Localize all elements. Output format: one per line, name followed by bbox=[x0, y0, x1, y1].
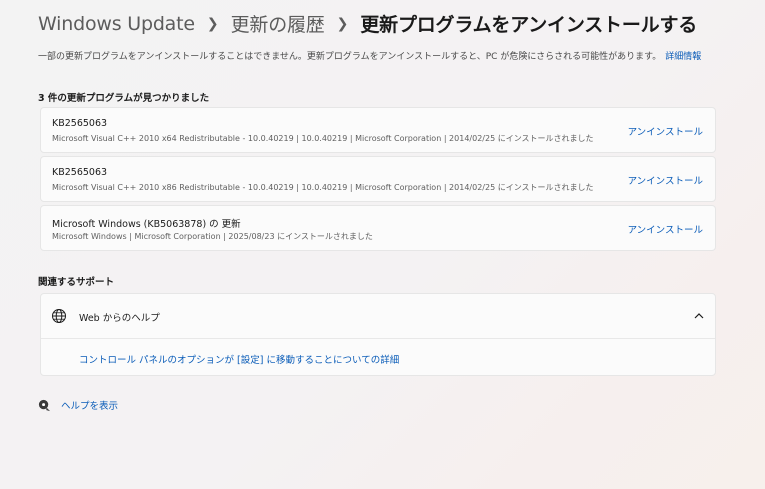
description-text: 一部の更新プログラムをアンインストールすることはできません。更新プログラムをアン… bbox=[38, 52, 662, 62]
related-support-card: Web からのヘルプ コントロール パネルのオプションが [設定] に移動するこ… bbox=[40, 293, 716, 376]
breadcrumb-chevron-icon: ❯ bbox=[206, 15, 219, 32]
get-help-link[interactable]: ヘルプを表示 bbox=[38, 398, 118, 412]
update-details: Microsoft Visual C++ 2010 x86 Redistribu… bbox=[52, 183, 594, 192]
update-item: KB2565063 Microsoft Visual C++ 2010 x86 … bbox=[40, 156, 716, 202]
update-item: Microsoft Windows (KB5063878) の 更新 Micro… bbox=[40, 205, 716, 251]
updates-count-heading: 3 件の更新プログラムが見つかりました bbox=[38, 93, 210, 104]
breadcrumb: Windows Update ❯ 更新の履歴 ❯ 更新プログラムをアンインストー… bbox=[38, 10, 697, 37]
update-details: Microsoft Visual C++ 2010 x64 Redistribu… bbox=[52, 134, 594, 143]
uninstall-button[interactable]: アンインストール bbox=[628, 173, 703, 187]
learn-more-link[interactable]: 詳細情報 bbox=[665, 52, 701, 62]
update-name: Microsoft Windows (KB5063878) の 更新 bbox=[52, 219, 241, 230]
breadcrumb-windows-update[interactable]: Windows Update bbox=[38, 13, 195, 35]
update-name: KB2565063 bbox=[52, 118, 108, 129]
breadcrumb-update-history[interactable]: 更新の履歴 bbox=[231, 10, 325, 37]
uninstall-button[interactable]: アンインストール bbox=[628, 124, 703, 138]
update-item: KB2565063 Microsoft Visual C++ 2010 x64 … bbox=[40, 107, 716, 153]
chevron-up-icon bbox=[694, 313, 704, 319]
update-details: Microsoft Windows | Microsoft Corporatio… bbox=[52, 232, 373, 241]
control-panel-settings-link[interactable]: コントロール パネルのオプションが [設定] に移動することについての詳細 bbox=[79, 352, 399, 366]
get-help-label: ヘルプを表示 bbox=[61, 401, 119, 412]
page-title: 更新プログラムをアンインストールする bbox=[360, 14, 698, 36]
uninstall-button[interactable]: アンインストール bbox=[628, 222, 703, 236]
help-chat-icon bbox=[38, 399, 51, 411]
web-help-label: Web からのヘルプ bbox=[79, 313, 160, 324]
globe-icon bbox=[52, 309, 66, 323]
web-help-expander[interactable]: Web からのヘルプ bbox=[41, 294, 715, 339]
update-name: KB2565063 bbox=[52, 167, 108, 178]
page-description: 一部の更新プログラムをアンインストールすることはできません。更新プログラムをアン… bbox=[38, 49, 701, 62]
breadcrumb-chevron-icon: ❯ bbox=[336, 15, 349, 32]
related-support-heading: 関連するサポート bbox=[38, 277, 115, 288]
